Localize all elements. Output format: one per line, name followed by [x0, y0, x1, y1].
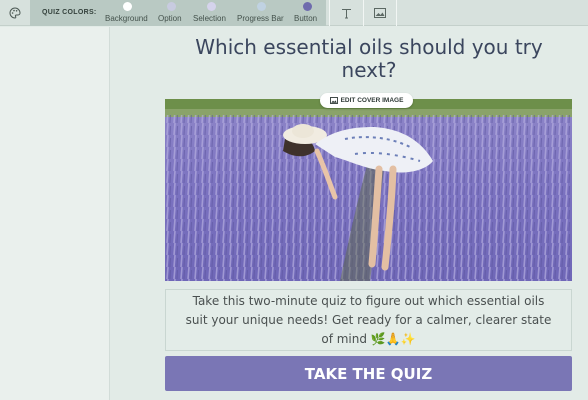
take-quiz-label: TAKE THE QUIZ	[304, 364, 433, 383]
edit-cover-image-button[interactable]: EDIT COVER IMAGE	[320, 93, 413, 108]
swatch-dot-option	[167, 2, 176, 11]
swatch-option[interactable]: Option	[158, 2, 186, 26]
swatch-button[interactable]: Button	[294, 2, 322, 26]
quiz-colors-panel: QUIZ COLORS: Background Option Selection…	[30, 0, 326, 26]
swatch-progress-bar[interactable]: Progress Bar	[237, 2, 287, 26]
swatch-label-background: Background	[105, 14, 148, 23]
quiz-toolbar: QUIZ COLORS: Background Option Selection…	[0, 0, 588, 26]
text-tool-button[interactable]	[329, 0, 363, 26]
swatch-dot-selection	[207, 2, 216, 11]
edit-cover-image-label: EDIT COVER IMAGE	[340, 97, 404, 104]
left-sidebar	[0, 27, 110, 400]
palette-icon	[9, 7, 21, 19]
cover-image	[165, 99, 572, 281]
swatch-dot-background	[123, 2, 132, 11]
image-tool-button[interactable]	[363, 0, 397, 26]
quiz-title[interactable]: Which essential oils should you try next…	[166, 36, 572, 82]
swatch-background[interactable]: Background	[105, 2, 153, 26]
swatch-dot-button	[303, 2, 312, 11]
take-quiz-button[interactable]: TAKE THE QUIZ	[165, 356, 572, 391]
swatch-label-button: Button	[294, 14, 318, 23]
swatch-dot-progress-bar	[257, 2, 266, 11]
image-icon	[329, 97, 338, 104]
quiz-description-text: Take this two-minute quiz to figure out …	[185, 293, 552, 346]
swatch-label-selection: Selection	[193, 14, 226, 23]
text-icon	[342, 8, 351, 18]
quiz-description[interactable]: Take this two-minute quiz to figure out …	[165, 289, 572, 351]
quiz-colors-label: QUIZ COLORS:	[42, 9, 97, 16]
swatch-label-option: Option	[158, 14, 182, 23]
swatch-selection[interactable]: Selection	[193, 2, 231, 26]
swatch-label-progress-bar: Progress Bar	[237, 14, 284, 23]
palette-button[interactable]	[0, 0, 30, 26]
image-icon	[374, 8, 386, 18]
